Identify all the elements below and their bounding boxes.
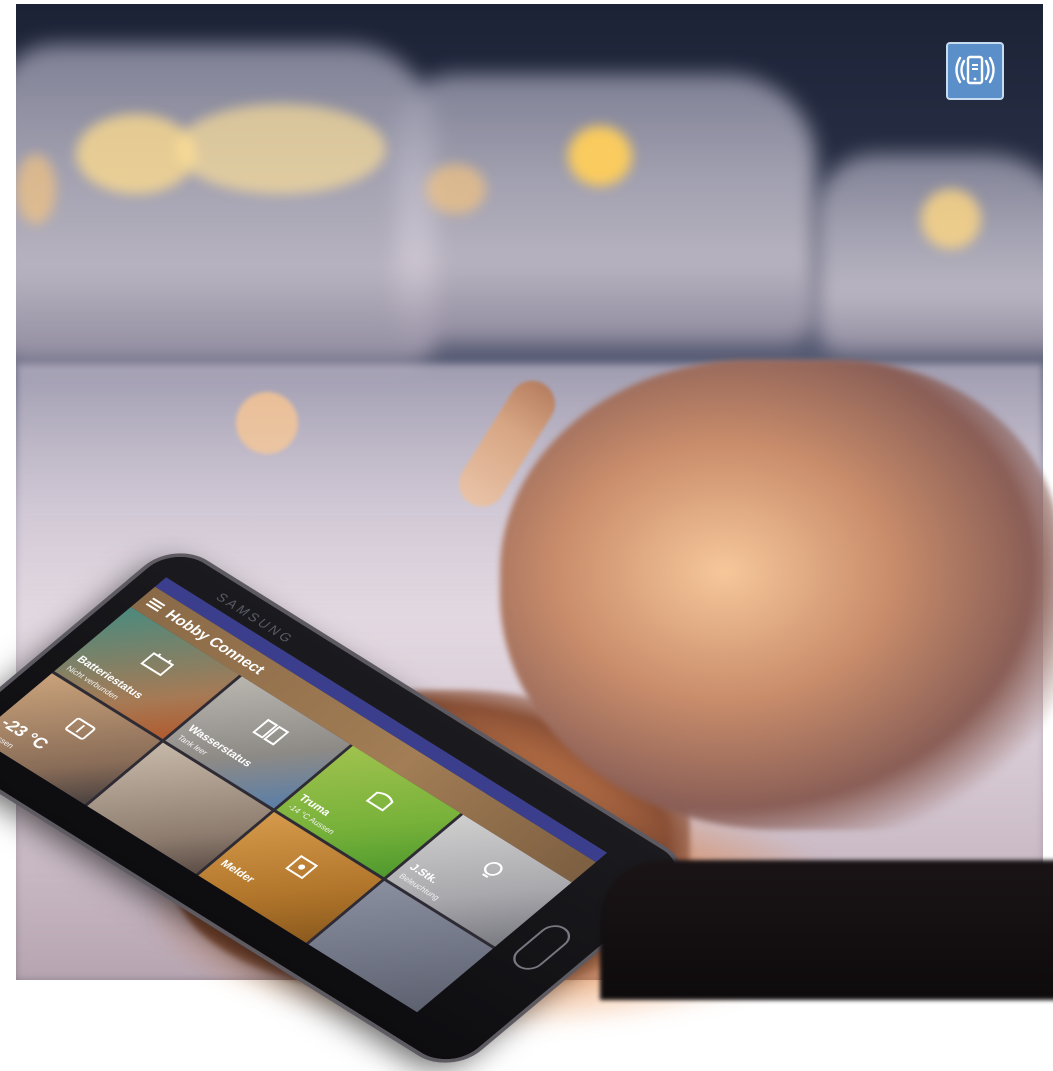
hamburger-menu-icon[interactable]	[145, 597, 166, 612]
thermometer-icon	[65, 717, 96, 740]
blurred-caravan-right	[816, 154, 1043, 354]
bokeh-light	[568, 126, 632, 186]
phone-connectivity-badge	[946, 42, 1004, 100]
right-hand	[500, 360, 1053, 830]
battery-icon	[140, 652, 175, 677]
blurred-caravan-left	[16, 44, 436, 364]
bokeh-light	[16, 154, 56, 224]
heater-icon	[365, 792, 394, 812]
phone-home-button[interactable]	[506, 920, 577, 975]
water-tank-icon	[251, 718, 290, 746]
dark-sleeve	[600, 860, 1053, 1000]
lightbulb-icon	[481, 862, 503, 879]
bokeh-light	[921, 189, 981, 249]
bokeh-light	[176, 104, 386, 194]
detector-icon	[285, 854, 319, 880]
tile-label: Melder	[217, 858, 258, 886]
phone-connectivity-icon	[955, 55, 995, 85]
bokeh-light	[426, 164, 486, 214]
